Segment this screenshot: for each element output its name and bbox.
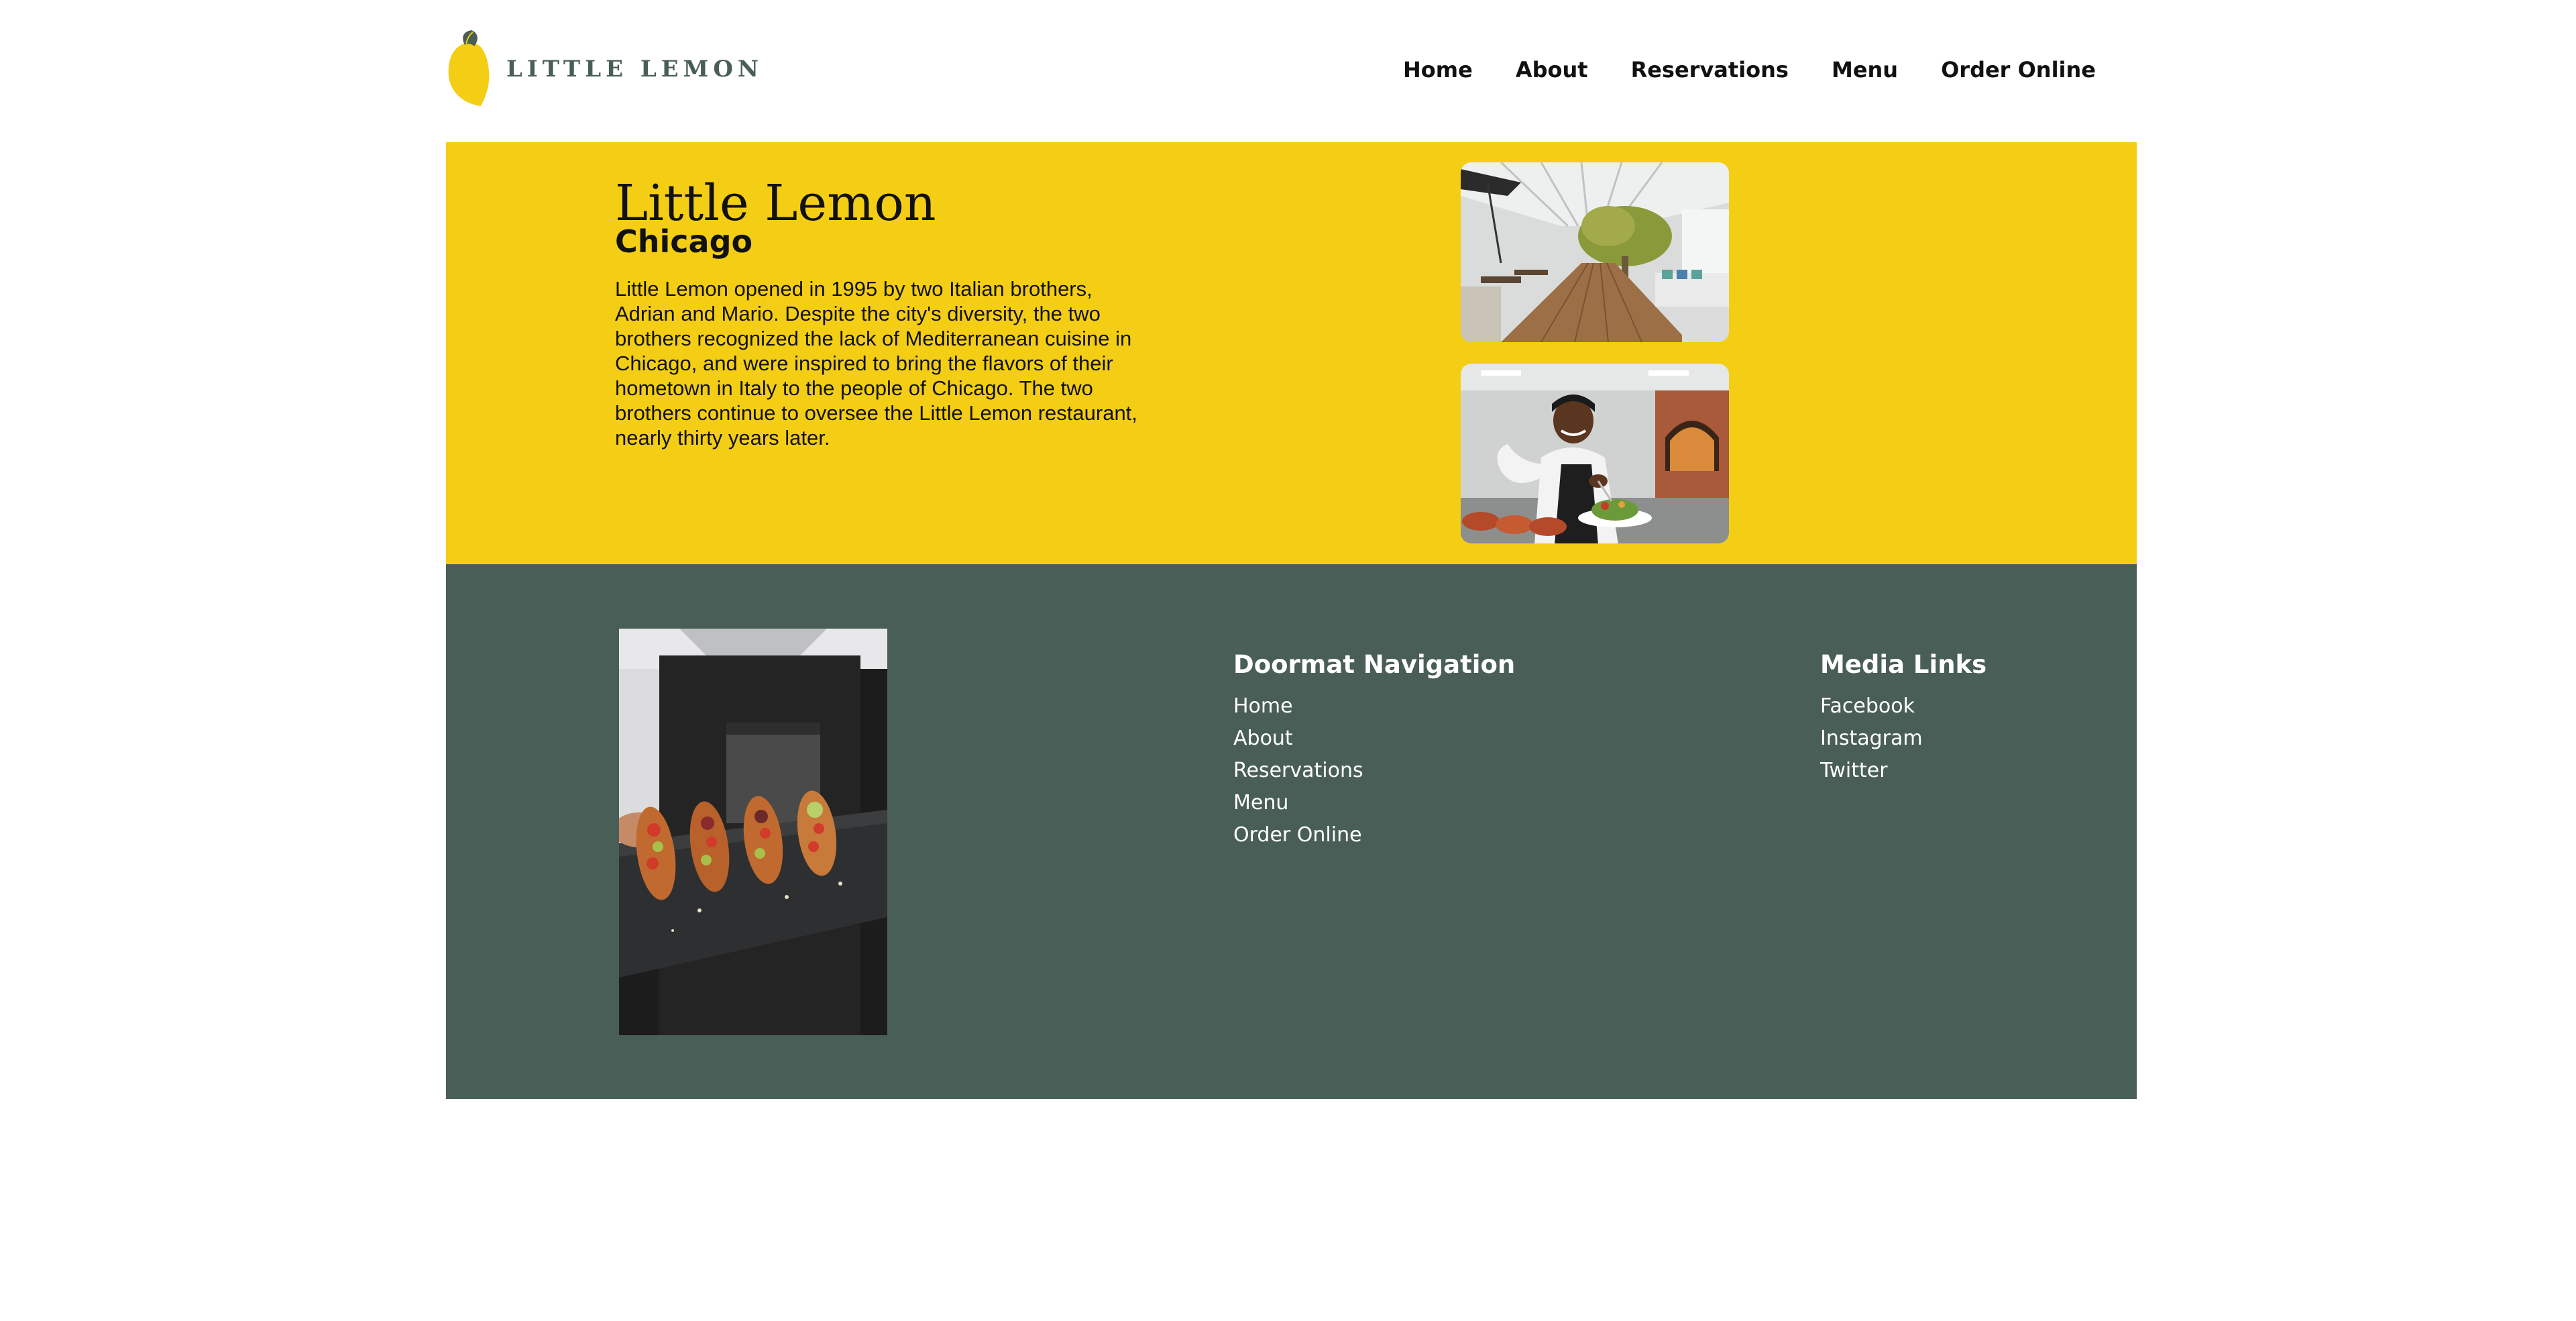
doormat-navigation: Doormat Navigation Home About Reservatio… <box>1233 649 1515 851</box>
hero-description: Little Lemon opened in 1995 by two Itali… <box>615 277 1137 450</box>
list-item: Instagram <box>1820 723 1986 755</box>
list-item: Reservations <box>1233 755 1515 787</box>
footer-nav-order-online[interactable]: Order Online <box>1233 819 1515 851</box>
bruschetta-plate-image <box>619 629 887 1035</box>
nav-home[interactable]: Home <box>1403 54 1473 86</box>
hero-subtitle: Chicago <box>615 223 753 260</box>
footer-nav-home[interactable]: Home <box>1233 690 1515 723</box>
site-footer: Doormat Navigation Home About Reservatio… <box>446 564 2137 1099</box>
twitter-link[interactable]: Twitter <box>1820 755 1986 787</box>
lemon-icon <box>448 30 490 107</box>
logo-link[interactable]: LITTLE LEMON <box>446 30 763 107</box>
media-links: Media Links Facebook Instagram Twitter <box>1820 649 1986 787</box>
list-item: Menu <box>1233 787 1515 819</box>
list-item: Facebook <box>1820 690 1986 723</box>
list-item: Order Online <box>1233 819 1515 851</box>
nav-about[interactable]: About <box>1516 54 1588 86</box>
footer-nav-about[interactable]: About <box>1233 723 1515 755</box>
restaurant-terrace-image <box>1461 162 1729 342</box>
list-item: Home <box>1233 690 1515 723</box>
doormat-navigation-heading: Doormat Navigation <box>1233 650 1516 679</box>
hero-section: Little Lemon Chicago Little Lemon opened… <box>446 142 2137 564</box>
site-header: LITTLE LEMON Home About Reservations Men… <box>0 0 2576 142</box>
media-links-heading: Media Links <box>1820 650 1987 679</box>
instagram-link[interactable]: Instagram <box>1820 723 1986 755</box>
nav-order-online[interactable]: Order Online <box>1941 54 2096 86</box>
list-item: About <box>1233 723 1515 755</box>
footer-nav-menu[interactable]: Menu <box>1233 787 1515 819</box>
nav-menu[interactable]: Menu <box>1832 54 1898 86</box>
facebook-link[interactable]: Facebook <box>1820 690 1986 723</box>
logo-text: LITTLE LEMON <box>506 55 764 83</box>
doormat-navigation-list: Home About Reservations Menu Order Onlin… <box>1233 690 1515 851</box>
media-links-list: Facebook Instagram Twitter <box>1820 690 1986 787</box>
nav-reservations[interactable]: Reservations <box>1631 54 1789 86</box>
main-nav: Home About Reservations Menu Order Onlin… <box>1360 54 2096 86</box>
list-item: Twitter <box>1820 755 1986 787</box>
chef-image <box>1461 364 1729 543</box>
footer-nav-reservations[interactable]: Reservations <box>1233 755 1515 787</box>
